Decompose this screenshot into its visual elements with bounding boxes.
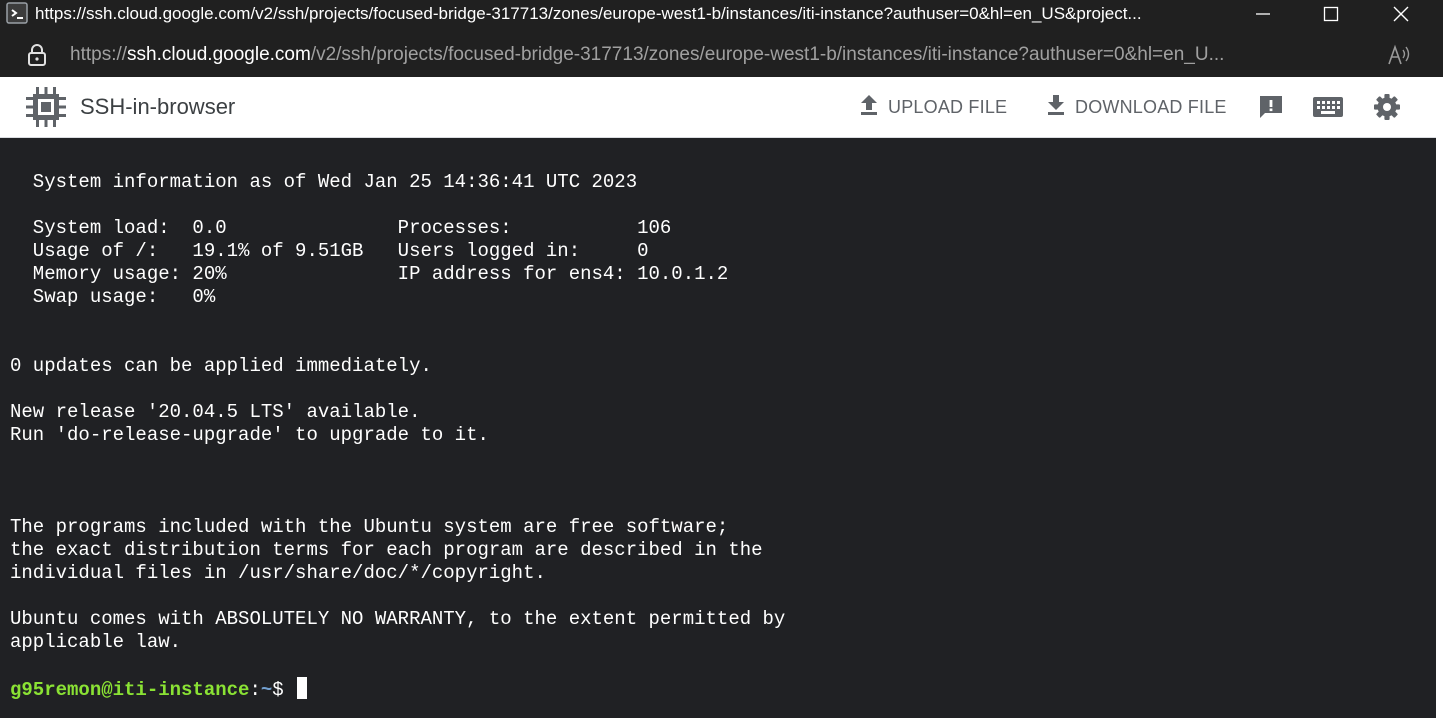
- close-icon[interactable]: [1378, 0, 1424, 28]
- settings-gear-icon[interactable]: [1371, 91, 1403, 123]
- terminal-line: the exact distribution terms for each pr…: [10, 539, 763, 561]
- terminal[interactable]: System information as of Wed Jan 25 14:3…: [0, 138, 1436, 718]
- ssh-app-bar: SSH-in-browser UPLOAD FILE DOWNLOAD FILE: [0, 77, 1436, 138]
- upload-file-label: UPLOAD FILE: [888, 96, 1008, 117]
- terminal-line: individual files in /usr/share/doc/*/cop…: [10, 562, 546, 584]
- upload-icon: [858, 93, 880, 122]
- terminal-line: Swap usage: 0%: [10, 286, 216, 308]
- terminal-line: System information as of Wed Jan 25 14:3…: [10, 171, 638, 193]
- window-title-bar: https://ssh.cloud.google.com/v2/ssh/proj…: [0, 0, 1443, 33]
- terminal-app-icon: [4, 0, 30, 26]
- terminal-prompt[interactable]: g95remon@iti-instance:~$: [10, 677, 308, 701]
- maximize-icon[interactable]: [1308, 0, 1354, 28]
- read-aloud-icon[interactable]: [1385, 41, 1413, 69]
- prompt-symbol: $: [272, 679, 296, 701]
- prompt-separator: :: [249, 679, 261, 701]
- terminal-line: System load: 0.0 Processes: 106: [10, 217, 672, 239]
- url-host: ssh.cloud.google.com: [127, 44, 311, 65]
- terminal-line: The programs included with the Ubuntu sy…: [10, 516, 729, 538]
- url-text[interactable]: https://ssh.cloud.google.com/v2/ssh/proj…: [70, 44, 1370, 66]
- url-scheme: https://: [70, 44, 128, 65]
- terminal-line: Usage of /: 19.1% of 9.51GB Users logged…: [10, 240, 649, 262]
- terminal-line: Run 'do-release-upgrade' to upgrade to i…: [10, 424, 489, 446]
- terminal-line: New release '20.04.5 LTS' available.: [10, 401, 421, 423]
- prompt-path: ~: [260, 679, 273, 701]
- terminal-line: Memory usage: 20% IP address for ens4: 1…: [10, 263, 729, 285]
- terminal-line: 0 updates can be applied immediately.: [10, 355, 432, 377]
- minimize-icon[interactable]: [1240, 0, 1286, 28]
- download-file-label: DOWNLOAD FILE: [1075, 96, 1227, 117]
- lock-icon[interactable]: [22, 40, 52, 70]
- app-title: SSH-in-browser: [80, 94, 236, 119]
- terminal-line: Ubuntu comes with ABSOLUTELY NO WARRANTY…: [10, 608, 786, 630]
- keyboard-icon[interactable]: [1312, 91, 1344, 123]
- terminal-cursor: [297, 677, 308, 699]
- download-icon: [1045, 93, 1067, 122]
- download-file-button[interactable]: DOWNLOAD FILE: [1045, 77, 1227, 137]
- upload-file-button[interactable]: UPLOAD FILE: [858, 77, 1007, 137]
- prompt-user-host: g95remon@iti-instance: [10, 679, 250, 701]
- window-title: https://ssh.cloud.google.com/v2/ssh/proj…: [35, 3, 1142, 23]
- terminal-line: applicable law.: [10, 631, 182, 653]
- url-path: /v2/ssh/projects/focused-bridge-317713/z…: [310, 44, 1225, 65]
- address-bar[interactable]: https://ssh.cloud.google.com/v2/ssh/proj…: [0, 33, 1443, 77]
- feedback-icon[interactable]: [1255, 91, 1287, 123]
- page-scrollbar[interactable]: [1436, 77, 1443, 718]
- compute-engine-chip-icon: [24, 85, 68, 129]
